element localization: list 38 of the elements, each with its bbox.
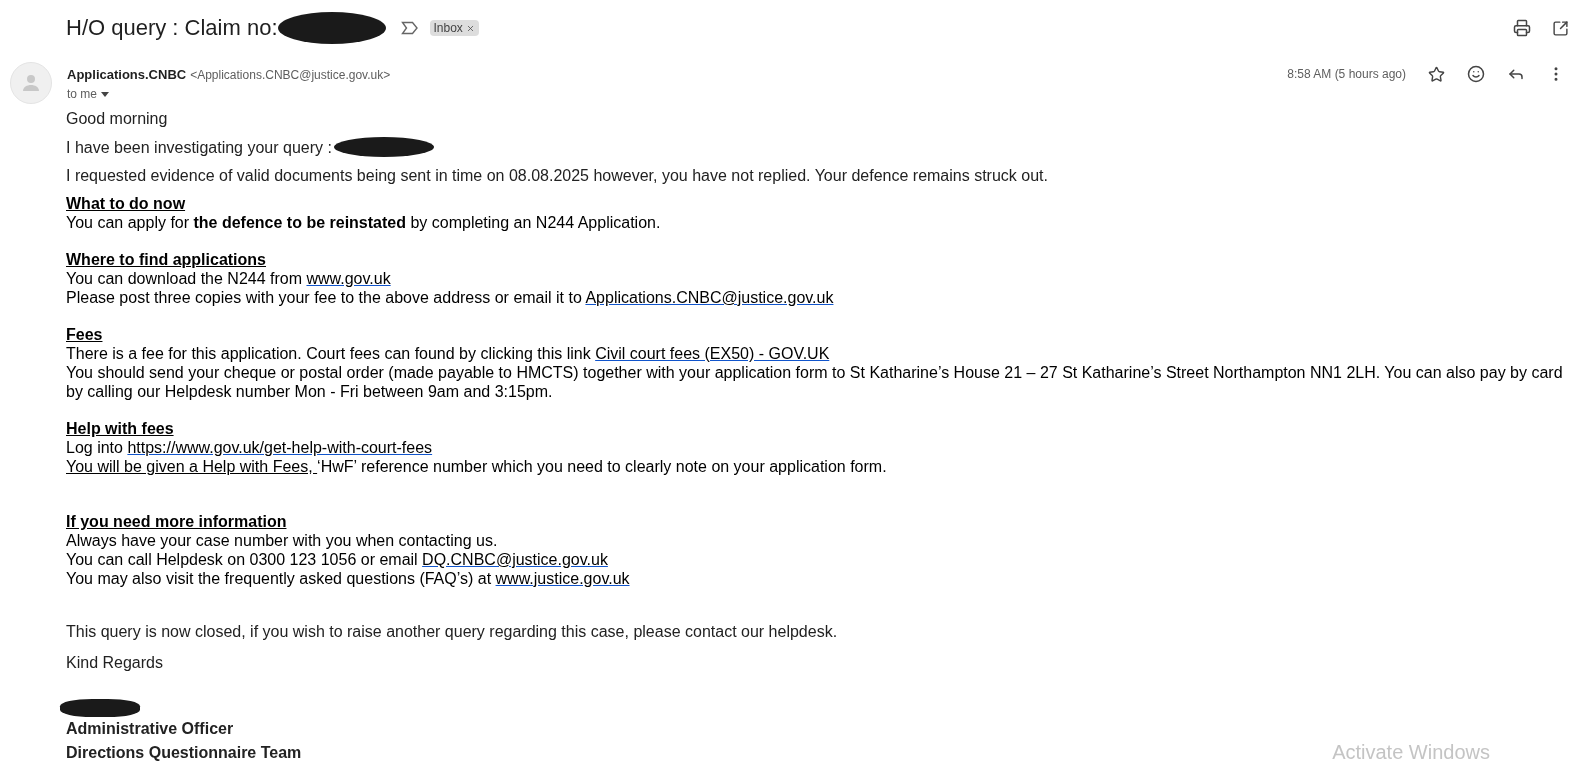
- sender-email: <Applications.CNBC@justice.gov.uk>: [190, 68, 391, 82]
- sender-name: Applications.CNBC: [67, 67, 187, 82]
- section-heading: Help with fees: [66, 419, 175, 438]
- section-heading: Where to find applications: [66, 250, 267, 269]
- body-line: Please post three copies with your fee to the above address or email it to Applications.CNBC@justice.gov.uk: [66, 288, 835, 307]
- body-line: You can call Helpdesk on 0300 123 1056 or email DQ.CNBC@justice.gov.uk: [66, 550, 609, 569]
- body-line: Log into https://www.gov.uk/get-help-with-court-fees: [66, 438, 434, 457]
- caret-icon: [101, 91, 109, 97]
- avatar: [10, 62, 52, 104]
- email-subject: H/O query : Claim no:: [66, 15, 278, 41]
- section-heading: If you need more information: [66, 512, 288, 531]
- body-line: You should send your cheque or postal order (made payable to HMCTS) together with your application form to St Katharine’s House 21 – 27 St Katharine’s Street Northampton NN1 2LH. You can also pay by card by calling our Helpdesk number Mon - Fri between 9am and 3:15pm.: [66, 363, 1564, 401]
- body-line: You will be given a Help with Fees, ‘HwF’ reference number which you need to clearly note on your application form.: [66, 457, 888, 476]
- paragraph: Kind Regards: [66, 653, 163, 672]
- body-line: You may also visit the frequently asked questions (FAQ’s) at www.justice.gov.uk: [66, 569, 631, 588]
- activation-notice: Activate Windows: [1332, 741, 1490, 764]
- link[interactable]: www.gov.uk: [306, 270, 391, 287]
- paragraph: I requested evidence of valid documents being sent in time on 08.08.2025 however, you have not replied. Your defence remains struck out.: [66, 166, 1048, 185]
- close-icon[interactable]: [465, 23, 475, 33]
- recipient-dropdown[interactable]: to me: [67, 87, 391, 101]
- link[interactable]: DQ.CNBC@justice.gov.uk: [422, 551, 608, 568]
- paragraph: I have been investigating your query :: [66, 137, 332, 157]
- body-line: You can download the N244 from www.gov.uk: [66, 269, 392, 288]
- link[interactable]: Civil court fees (EX50) - GOV.UK: [595, 345, 830, 362]
- body-line: Always have your case number with you when contacting us.: [66, 531, 499, 550]
- paragraph: Good morning: [66, 109, 168, 128]
- body-line: You can apply for the defence to be reinstated by completing an N244 Application.: [66, 213, 662, 232]
- signature-line: Administrative Officer: [66, 719, 234, 739]
- paragraph: This query is now closed, if you wish to raise another query regarding this case, please contact our helpdesk.: [66, 622, 838, 641]
- link[interactable]: https://www.gov.uk/get-help-with-court-fees: [127, 439, 433, 456]
- section-heading: Fees: [66, 325, 104, 344]
- link[interactable]: www.justice.gov.uk: [495, 570, 630, 587]
- body-line: There is a fee for this application. Court fees can found by clicking this link Civil court fees (EX50) - GOV.UK: [66, 344, 831, 363]
- link[interactable]: Applications.CNBC@justice.gov.uk: [585, 289, 834, 306]
- section-heading: What to do now: [66, 194, 187, 213]
- timestamp: 8:58 AM (5 hours ago): [1287, 67, 1406, 81]
- inbox-label: Inbox: [429, 20, 479, 36]
- signature-line: Directions Questionnaire Team: [66, 743, 302, 763]
